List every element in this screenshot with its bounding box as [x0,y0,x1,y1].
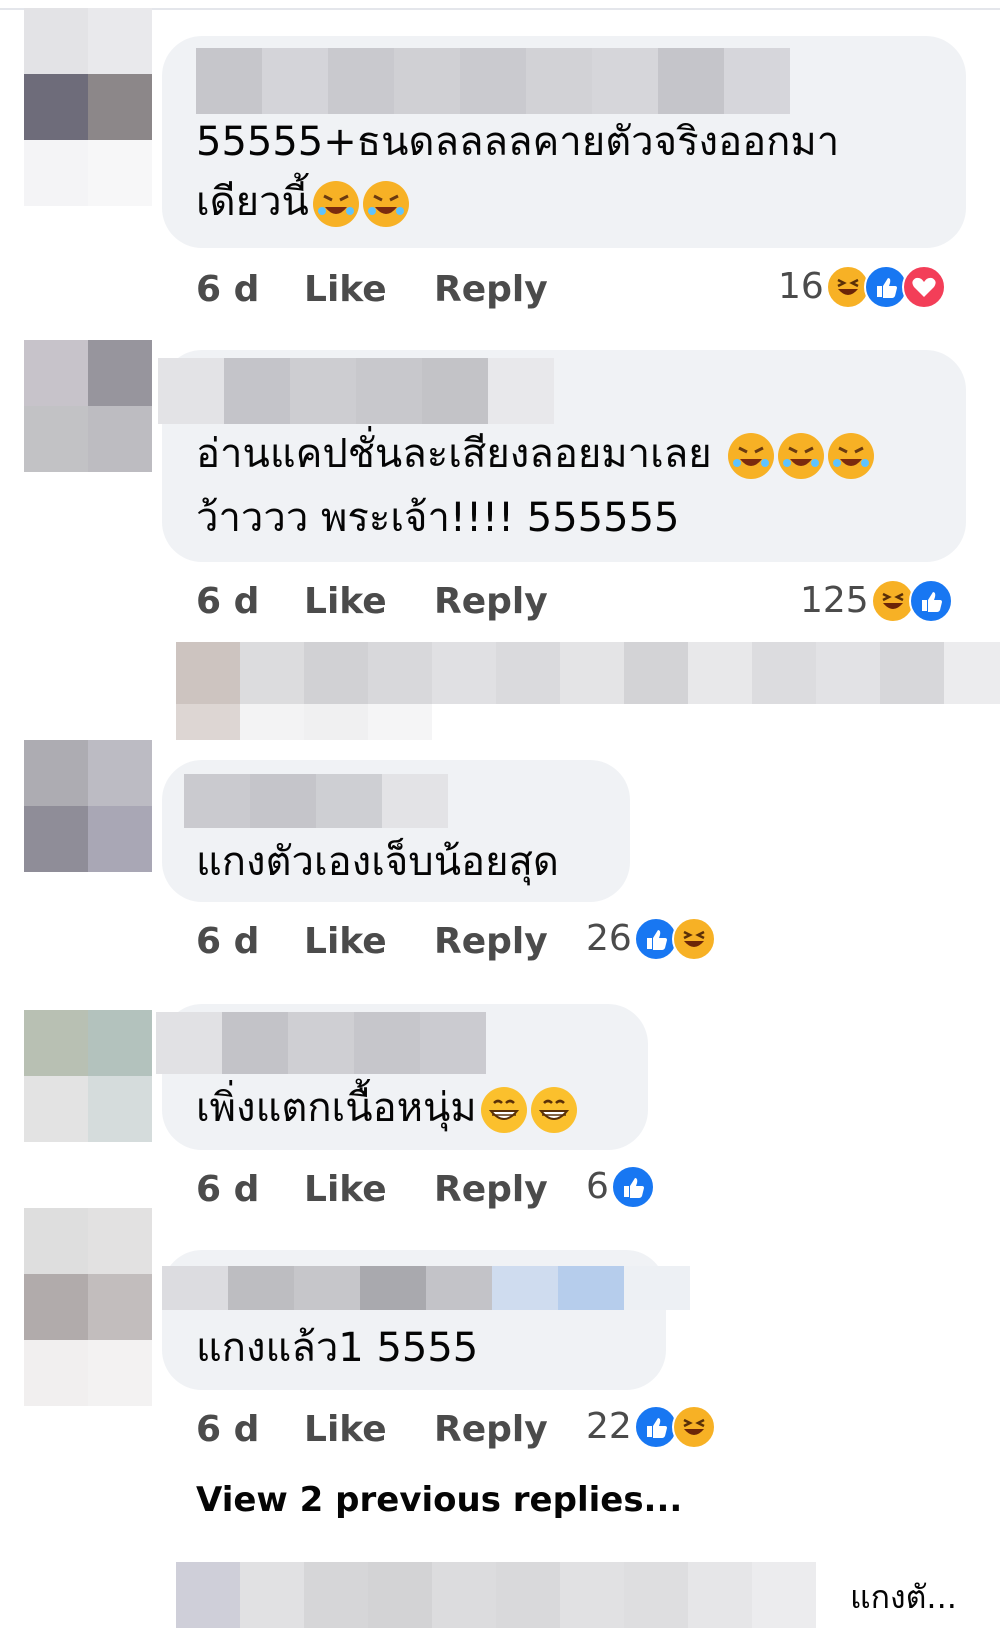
like-button[interactable]: Like [304,260,387,320]
comment-text: แกงตัวเองเจ็บน้อยสุด [196,839,559,885]
reply-preview-text: แกงตั... [850,1578,957,1616]
comment-text: แกงแล้ว1 5555 [196,1325,479,1371]
commenter-name[interactable] [158,358,554,424]
avatar[interactable] [24,740,152,938]
love-icon [901,265,946,309]
reaction-count: 6 [586,1166,609,1207]
haha-icon [671,917,716,961]
comment-time[interactable]: 6 d [196,1160,259,1220]
comment-actions: 6 d Like Reply [196,912,548,972]
commenter-name[interactable] [156,1012,486,1074]
comment-actions: 6 d Like Reply [196,1160,548,1220]
like-button[interactable]: Like [304,912,387,972]
comment-time[interactable]: 6 d [196,1400,259,1460]
like-button[interactable]: Like [304,572,387,632]
comment-time[interactable]: 6 d [196,260,259,320]
avatar[interactable] [24,1208,152,1406]
comment-actions: 6 d Like Reply [196,260,548,320]
reaction-count: 26 [586,918,632,959]
comment-text: เพิ่งแตกเนื้อหนุ่ม [196,1078,577,1138]
commenter-name[interactable] [162,1266,690,1310]
grin-emoji-icon [480,1087,527,1133]
reaction-summary[interactable]: 22 [586,1404,716,1450]
reply-button[interactable]: Reply [434,1160,548,1220]
like-button[interactable]: Like [304,1400,387,1460]
reaction-summary[interactable]: 6 [586,1164,655,1210]
reaction-count: 22 [586,1406,632,1447]
comment-actions: 6 d Like Reply [196,572,548,632]
comment-time[interactable]: 6 d [196,572,259,632]
reply-preview[interactable] [176,642,1000,704]
haha-icon [671,1405,716,1449]
reply-button[interactable]: Reply [434,260,548,320]
rofl-emoji-icon [312,181,359,227]
avatar[interactable] [24,8,152,206]
rofl-emoji-icon [828,433,875,479]
like-icon [908,579,953,623]
reaction-count: 16 [778,266,824,307]
comment-text: อ่านแคปชั่นละเสียงลอยมาเลย [196,424,875,484]
reply-button[interactable]: Reply [434,1400,548,1460]
comment-text: ว้าววว พระเจ้า!!!! 555555 [196,495,680,541]
reply-button[interactable]: Reply [434,572,548,632]
rofl-emoji-icon [778,433,825,479]
reaction-count: 125 [800,580,869,621]
comment-actions: 6 d Like Reply [196,1400,548,1460]
view-previous-replies-link[interactable]: View 2 previous replies... [196,1480,682,1520]
reaction-summary[interactable]: 16 [778,264,946,310]
reaction-summary[interactable]: 125 [800,578,953,624]
commenter-name[interactable] [184,774,448,828]
comment-text: เดียวนี้ [196,172,409,232]
like-icon [610,1165,655,1209]
avatar[interactable] [24,340,152,538]
reaction-summary[interactable]: 26 [586,916,716,962]
commenter-name[interactable] [196,48,790,114]
comment-time[interactable]: 6 d [196,912,259,972]
rofl-emoji-icon [728,433,775,479]
avatar[interactable] [24,1010,152,1208]
reply-preview-blur [176,704,432,740]
comment-text: 55555+ธนดลลลลคายตัวจริงออกมา [196,119,840,165]
reply-preview[interactable] [176,1562,816,1628]
like-button[interactable]: Like [304,1160,387,1220]
rofl-emoji-icon [362,181,409,227]
grin-emoji-icon [530,1087,577,1133]
reply-button[interactable]: Reply [434,912,548,972]
